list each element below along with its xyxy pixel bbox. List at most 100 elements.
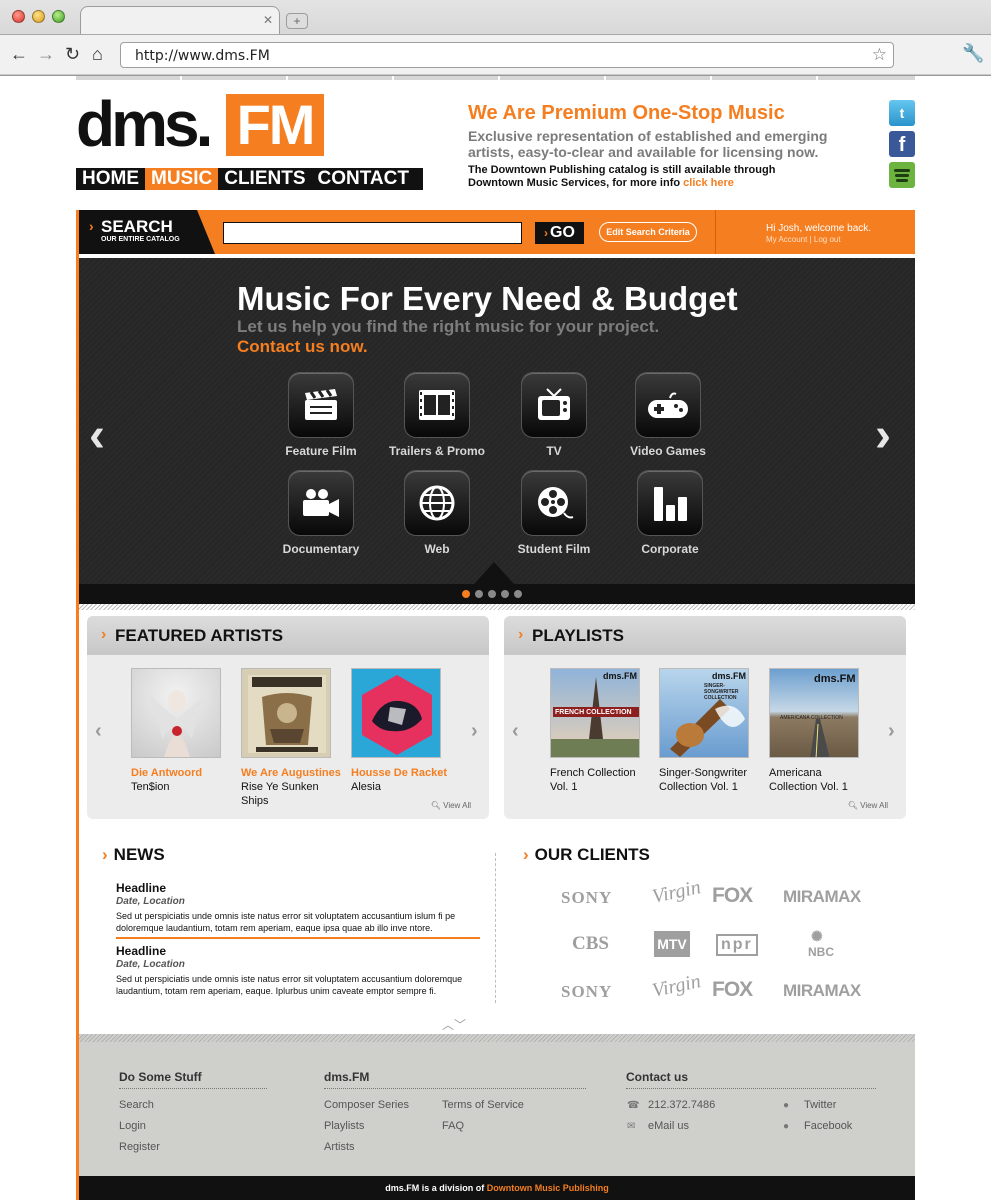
footer-email-link[interactable]: eMail us [648, 1120, 689, 1133]
footer-facebook-link[interactable]: Facebook [804, 1120, 852, 1133]
footer-phone[interactable]: 212.372.7486 [648, 1099, 715, 1112]
facebook-icon[interactable]: f [889, 131, 915, 157]
nav-music[interactable]: MUSIC [145, 168, 219, 190]
category-label: Documentary [282, 542, 360, 556]
slider-next-arrow-icon[interactable]: › [875, 408, 891, 464]
wrench-menu-icon[interactable]: 🔧 [962, 43, 984, 64]
playlist-cover: dms.FM AMERICANA COLLECTION [769, 668, 859, 758]
category-corporate[interactable]: Corporate [610, 470, 730, 556]
artist-item[interactable]: We Are Augustines Rise Ye Sunken Ships [241, 668, 341, 808]
minimize-window-button[interactable] [32, 10, 45, 23]
my-account-link[interactable]: My Account [766, 235, 807, 244]
client-logo-miramax: MIRAMAX [783, 981, 861, 1000]
category-tv[interactable]: TV [494, 372, 614, 458]
footer-twitter-link[interactable]: Twitter [804, 1099, 836, 1112]
panel-header: › PLAYLISTS [504, 616, 906, 655]
playlist-title: Singer-Songwriter Collection Vol. 1 [659, 767, 748, 793]
logo-highlight: FM [226, 94, 324, 156]
logout-link[interactable]: Log out [814, 235, 841, 244]
browser-tab[interactable]: ✕ [80, 6, 280, 34]
playlist-title: French Collection Vol. 1 [550, 767, 636, 793]
slider-dot[interactable] [501, 590, 509, 598]
slider-pager [79, 584, 915, 604]
forward-arrow-icon[interactable]: → [37, 43, 55, 65]
slider-dots [462, 590, 522, 598]
footer-link-login[interactable]: Login [119, 1120, 146, 1133]
close-tab-icon[interactable]: ✕ [263, 13, 273, 27]
footer-link-artists[interactable]: Artists [324, 1141, 355, 1154]
footer-link-search[interactable]: Search [119, 1099, 154, 1112]
bookmark-star-icon[interactable]: ☆ [872, 45, 887, 65]
footer-bar: dms.FM is a division of Downtown Music P… [79, 1176, 915, 1200]
artist-name: We Are Augustines [241, 767, 341, 779]
client-logo-fox: FOX [712, 884, 753, 907]
chevron-right-icon: › [102, 845, 108, 864]
category-feature-film[interactable]: Feature Film [261, 372, 381, 458]
filmstrip-icon [404, 372, 470, 438]
category-label: Student Film [517, 542, 591, 556]
clapperboard-icon [288, 372, 354, 438]
playlist-cover: dms.FM FRENCH COLLECTION [550, 668, 640, 758]
news-scroll-arrows[interactable]: ︿﹀ [442, 1016, 466, 1033]
slider-dot[interactable] [514, 590, 522, 598]
category-student-film[interactable]: Student Film [494, 470, 614, 556]
close-window-button[interactable] [12, 10, 25, 23]
cover-text: FRENCH COLLECTION [555, 709, 632, 716]
edit-search-criteria-button[interactable]: Edit Search Criteria [599, 222, 697, 242]
division-link[interactable]: Downtown Music Publishing [487, 1183, 609, 1193]
news-item[interactable]: Headline Date, Location Sed ut perspicia… [116, 944, 480, 997]
new-tab-button[interactable]: + [286, 13, 308, 29]
playlist-item[interactable]: dms.FM FRENCH COLLECTION French Collecti… [550, 668, 650, 794]
view-all-link[interactable]: 🔍︎ View All [431, 801, 471, 811]
footer-link-composer-series[interactable]: Composer Series [324, 1099, 409, 1112]
promo-click-here-link[interactable]: click here [683, 177, 734, 189]
chevron-right-icon[interactable]: › [888, 720, 895, 743]
playlist-item[interactable]: dms.FM AMERICANA COLLECTION Americana Co… [769, 668, 869, 794]
slider-prev-arrow-icon[interactable]: ‹ [89, 408, 105, 464]
playlists-panel: › PLAYLISTS ‹ › dms.FM FRENCH COLLECTION… [504, 616, 906, 819]
category-label: Web [424, 542, 450, 556]
slider-dot[interactable] [488, 590, 496, 598]
category-web[interactable]: Web [377, 470, 497, 556]
reload-icon[interactable]: ↻ [65, 43, 80, 65]
search-input[interactable] [223, 222, 522, 244]
category-documentary[interactable]: Documentary [261, 470, 381, 556]
view-all-link[interactable]: 🔍︎ View All [848, 801, 888, 811]
zoom-window-button[interactable] [52, 10, 65, 23]
client-logo-miramax: MIRAMAX [783, 887, 861, 906]
nav-home[interactable]: HOME [76, 168, 145, 190]
address-bar[interactable]: http://www.dms.FM ☆ [120, 42, 894, 68]
chevron-down-icon[interactable]: ﹀ [454, 1018, 466, 1032]
nav-clients[interactable]: CLIENTS [218, 168, 311, 190]
chevron-left-icon[interactable]: ‹ [512, 720, 519, 743]
peacock-icon: ✺ [811, 928, 823, 944]
footer-col2-title: dms.FM [324, 1070, 370, 1084]
album-name: Alesia [351, 781, 381, 793]
artist-item[interactable]: Housse De Racket Alesia [351, 668, 451, 794]
footer-link-terms[interactable]: Terms of Service [442, 1099, 524, 1112]
playlist-item[interactable]: dms.FM SINGER-SONGWRITER COLLECTION Sing… [659, 668, 759, 794]
nav-contact[interactable]: CONTACT [312, 168, 415, 190]
divider [715, 210, 716, 254]
artist-item[interactable]: Die Antwoord Ten$ion [131, 668, 231, 794]
search-label: › SEARCH OUR ENTIRE CATALOG [79, 210, 215, 254]
slider-dot[interactable] [462, 590, 470, 598]
spotify-icon[interactable] [889, 162, 915, 188]
back-arrow-icon[interactable]: ← [10, 43, 28, 65]
chevron-left-icon[interactable]: ‹ [95, 720, 102, 743]
home-icon[interactable]: ⌂ [92, 43, 103, 65]
news-headline: Headline [116, 881, 167, 895]
hero-contact-link[interactable]: Contact us now. [237, 337, 368, 357]
twitter-icon[interactable]: t [889, 100, 915, 126]
category-trailers-promo[interactable]: Trailers & Promo [377, 372, 497, 458]
chevron-up-icon[interactable]: ︿ [442, 1018, 454, 1032]
chevron-right-icon[interactable]: › [471, 720, 478, 743]
category-video-games[interactable]: Video Games [608, 372, 728, 458]
footer-link-faq[interactable]: FAQ [442, 1120, 464, 1133]
client-logo-npr: npr [716, 934, 758, 956]
slider-dot[interactable] [475, 590, 483, 598]
news-item[interactable]: Headline Date, Location Sed ut perspicia… [116, 881, 480, 934]
footer-link-register[interactable]: Register [119, 1141, 160, 1154]
footer-link-playlists[interactable]: Playlists [324, 1120, 364, 1133]
go-button[interactable]: › GO [535, 222, 584, 244]
